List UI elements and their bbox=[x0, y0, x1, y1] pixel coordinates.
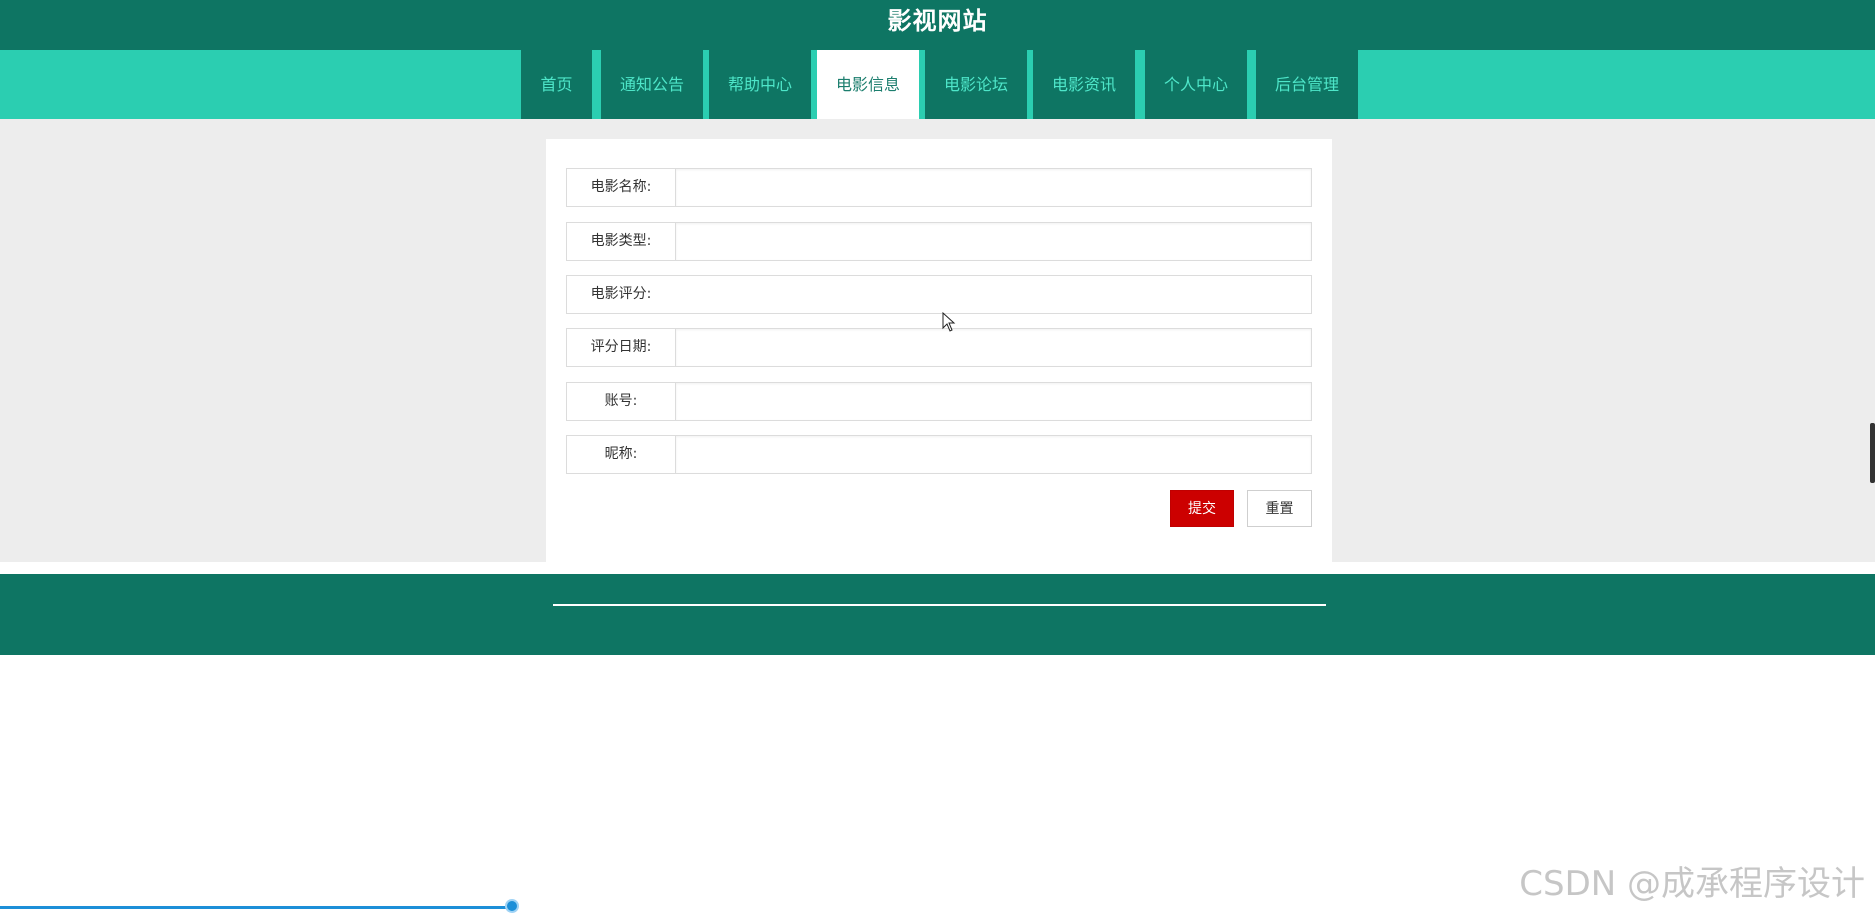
movie-form: 电影名称: 电影类型: 电影评分: 评分日期: 账号: 昵称: 提交 重置 bbox=[546, 139, 1332, 562]
rating-date-label: 评分日期: bbox=[567, 329, 675, 366]
form-row-movie-rating: 电影评分: bbox=[566, 275, 1312, 314]
site-header: 影视网站 bbox=[0, 0, 1875, 50]
footer-divider bbox=[553, 604, 1326, 606]
scrollbar-thumb[interactable] bbox=[1870, 423, 1875, 483]
form-row-rating-date: 评分日期: bbox=[566, 328, 1312, 367]
site-footer bbox=[0, 574, 1875, 655]
nickname-input[interactable] bbox=[675, 436, 1311, 473]
nav-item-personal-center[interactable]: 个人中心 bbox=[1145, 50, 1247, 119]
account-label: 账号: bbox=[567, 383, 675, 420]
main-nav: 首页 通知公告 帮助中心 电影信息 电影论坛 电影资讯 个人中心 后台管理 bbox=[0, 50, 1875, 119]
form-row-nickname: 昵称: bbox=[566, 435, 1312, 474]
nav-item-home[interactable]: 首页 bbox=[521, 50, 592, 119]
video-progress-bar[interactable] bbox=[0, 906, 515, 909]
submit-button[interactable]: 提交 bbox=[1170, 490, 1234, 527]
movie-rating-label: 电影评分: bbox=[567, 276, 675, 313]
nav-item-help-center[interactable]: 帮助中心 bbox=[709, 50, 811, 119]
movie-name-label: 电影名称: bbox=[567, 169, 675, 206]
nav-item-movie-news[interactable]: 电影资讯 bbox=[1033, 50, 1135, 119]
rating-date-input[interactable] bbox=[675, 329, 1311, 366]
movie-type-label: 电影类型: bbox=[567, 223, 675, 260]
nav-item-notices[interactable]: 通知公告 bbox=[601, 50, 703, 119]
form-row-account: 账号: bbox=[566, 382, 1312, 421]
form-row-movie-name: 电影名称: bbox=[566, 168, 1312, 207]
nav-item-admin[interactable]: 后台管理 bbox=[1256, 50, 1358, 119]
video-progress-handle[interactable] bbox=[505, 899, 519, 913]
nav-item-movie-info[interactable]: 电影信息 bbox=[817, 50, 919, 119]
account-input[interactable] bbox=[675, 383, 1311, 420]
movie-type-input[interactable] bbox=[675, 223, 1311, 260]
nickname-label: 昵称: bbox=[567, 436, 675, 473]
site-title: 影视网站 bbox=[887, 7, 988, 35]
mouse-cursor-icon bbox=[942, 312, 956, 332]
nav-item-movie-forum[interactable]: 电影论坛 bbox=[925, 50, 1027, 119]
csdn-watermark: CSDN @成承程序设计 bbox=[1519, 864, 1865, 904]
movie-name-input[interactable] bbox=[675, 169, 1311, 206]
reset-button[interactable]: 重置 bbox=[1247, 490, 1312, 527]
form-row-movie-type: 电影类型: bbox=[566, 222, 1312, 261]
